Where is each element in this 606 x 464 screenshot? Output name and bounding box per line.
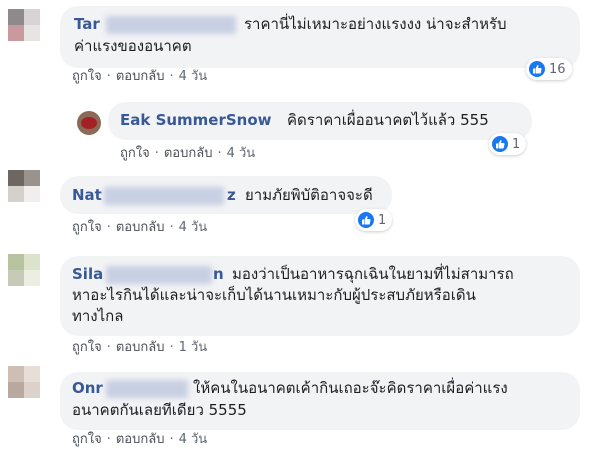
avatar-pixel	[24, 186, 40, 202]
timestamp[interactable]: 4 วัน	[179, 69, 208, 84]
avatar-pixel	[81, 117, 97, 129]
commenter-name[interactable]: Onr	[72, 378, 103, 399]
timestamp[interactable]: 1 วัน	[179, 340, 208, 355]
reaction-count-value: 1	[512, 136, 521, 152]
comment-text: ราคานี่ไม่เหมาะอย่างแรงงง น่าจะสำหรับ	[244, 15, 507, 33]
redacted-name	[106, 380, 188, 398]
like-link[interactable]: ถูกใจ	[72, 340, 102, 355]
like-link[interactable]: ถูกใจ	[120, 146, 150, 161]
separator: ·	[169, 69, 174, 84]
avatar-pixel	[8, 366, 24, 382]
reply-link[interactable]: ตอบกลับ	[116, 340, 165, 355]
avatar-pixel	[24, 25, 40, 41]
redacted-name	[106, 266, 212, 284]
like-icon	[358, 212, 374, 228]
reaction-count[interactable]: 1	[489, 133, 527, 155]
commenter-name-suffix[interactable]: n	[213, 264, 224, 285]
separator: ·	[169, 220, 174, 235]
separator: ·	[106, 69, 111, 84]
timestamp[interactable]: 4 วัน	[179, 220, 208, 235]
commenter-name-suffix[interactable]: z	[227, 185, 236, 206]
commenter-name[interactable]: Nat	[72, 185, 102, 206]
comment-text: ยามภัยพิบัติอาจจะดี	[245, 186, 373, 204]
reaction-count[interactable]: 1	[355, 209, 393, 231]
like-link[interactable]: ถูกใจ	[72, 432, 102, 447]
like-icon	[529, 61, 545, 77]
comment-text: ค่าแรงของอนาคต	[74, 37, 192, 55]
avatar-pixel	[24, 254, 40, 270]
like-link[interactable]: ถูกใจ	[72, 220, 102, 235]
separator: ·	[106, 432, 111, 447]
avatar-pixel	[24, 170, 40, 186]
avatar[interactable]	[8, 366, 40, 398]
avatar-pixel	[24, 270, 40, 286]
comment-text: คิดราคาเผื่ออนาคตไว้แล้ว 555	[287, 111, 489, 129]
commenter-name[interactable]: Sila	[72, 264, 103, 285]
avatar-pixel	[8, 382, 24, 398]
avatar-pixel	[8, 186, 24, 202]
comment-actions: ถูกใจ · ตอบกลับ · 4 วัน	[120, 145, 255, 163]
reply-link[interactable]: ตอบกลับ	[164, 146, 213, 161]
avatar-pixel	[8, 170, 24, 186]
separator: ·	[169, 432, 174, 447]
reply-link[interactable]: ตอบกลับ	[116, 69, 165, 84]
redacted-name	[104, 187, 224, 205]
separator: ·	[169, 340, 174, 355]
avatar-pixel	[24, 366, 40, 382]
avatar-pixel	[8, 254, 24, 270]
commenter-name[interactable]: Tar	[74, 14, 100, 35]
reaction-count-value: 1	[378, 212, 387, 228]
avatar-pixel	[24, 382, 40, 398]
avatar[interactable]	[8, 170, 40, 202]
comment-text: ให้คนในอนาคตเค้ากินเถอะจ๊ะคิดราคาเผื่อค่…	[193, 379, 508, 397]
avatar-pixel	[8, 9, 24, 25]
like-icon	[492, 136, 508, 152]
separator: ·	[154, 146, 159, 161]
comment-actions: ถูกใจ · ตอบกลับ · 1 วัน	[72, 339, 207, 357]
comment-actions: ถูกใจ · ตอบกลับ · 4 วัน	[72, 431, 207, 449]
reaction-count[interactable]: 16	[526, 58, 572, 80]
like-link[interactable]: ถูกใจ	[72, 69, 102, 84]
avatar[interactable]	[77, 111, 101, 135]
redacted-name	[106, 16, 236, 34]
reaction-count-value: 16	[549, 61, 566, 77]
separator: ·	[217, 146, 222, 161]
comment-actions: ถูกใจ · ตอบกลับ · 4 วัน	[72, 219, 207, 237]
reply-link[interactable]: ตอบกลับ	[116, 432, 165, 447]
timestamp[interactable]: 4 วัน	[179, 432, 208, 447]
comment-text: มองว่าเป็นอาหารฉุกเฉินในยามที่ไม่สามารถ	[232, 265, 514, 283]
reply-link[interactable]: ตอบกลับ	[116, 220, 165, 235]
commenter-name[interactable]: Eak SummerSnow	[120, 110, 272, 131]
avatar-pixel	[8, 25, 24, 41]
avatar-pixel	[24, 9, 40, 25]
timestamp[interactable]: 4 วัน	[227, 146, 256, 161]
avatar-pixel	[8, 270, 24, 286]
comment-text: ทางไกล	[72, 307, 124, 325]
separator: ·	[106, 340, 111, 355]
avatar[interactable]	[8, 9, 40, 41]
comment-actions: ถูกใจ · ตอบกลับ · 4 วัน	[72, 68, 207, 86]
comment-text: หาอะไรกินได้และน่าจะเก็บได้นานเหมาะกับผู…	[72, 286, 476, 304]
comment-text: อนาคตกันเลยทีเดียว 5555	[72, 401, 247, 419]
separator: ·	[106, 220, 111, 235]
avatar[interactable]	[8, 254, 40, 286]
